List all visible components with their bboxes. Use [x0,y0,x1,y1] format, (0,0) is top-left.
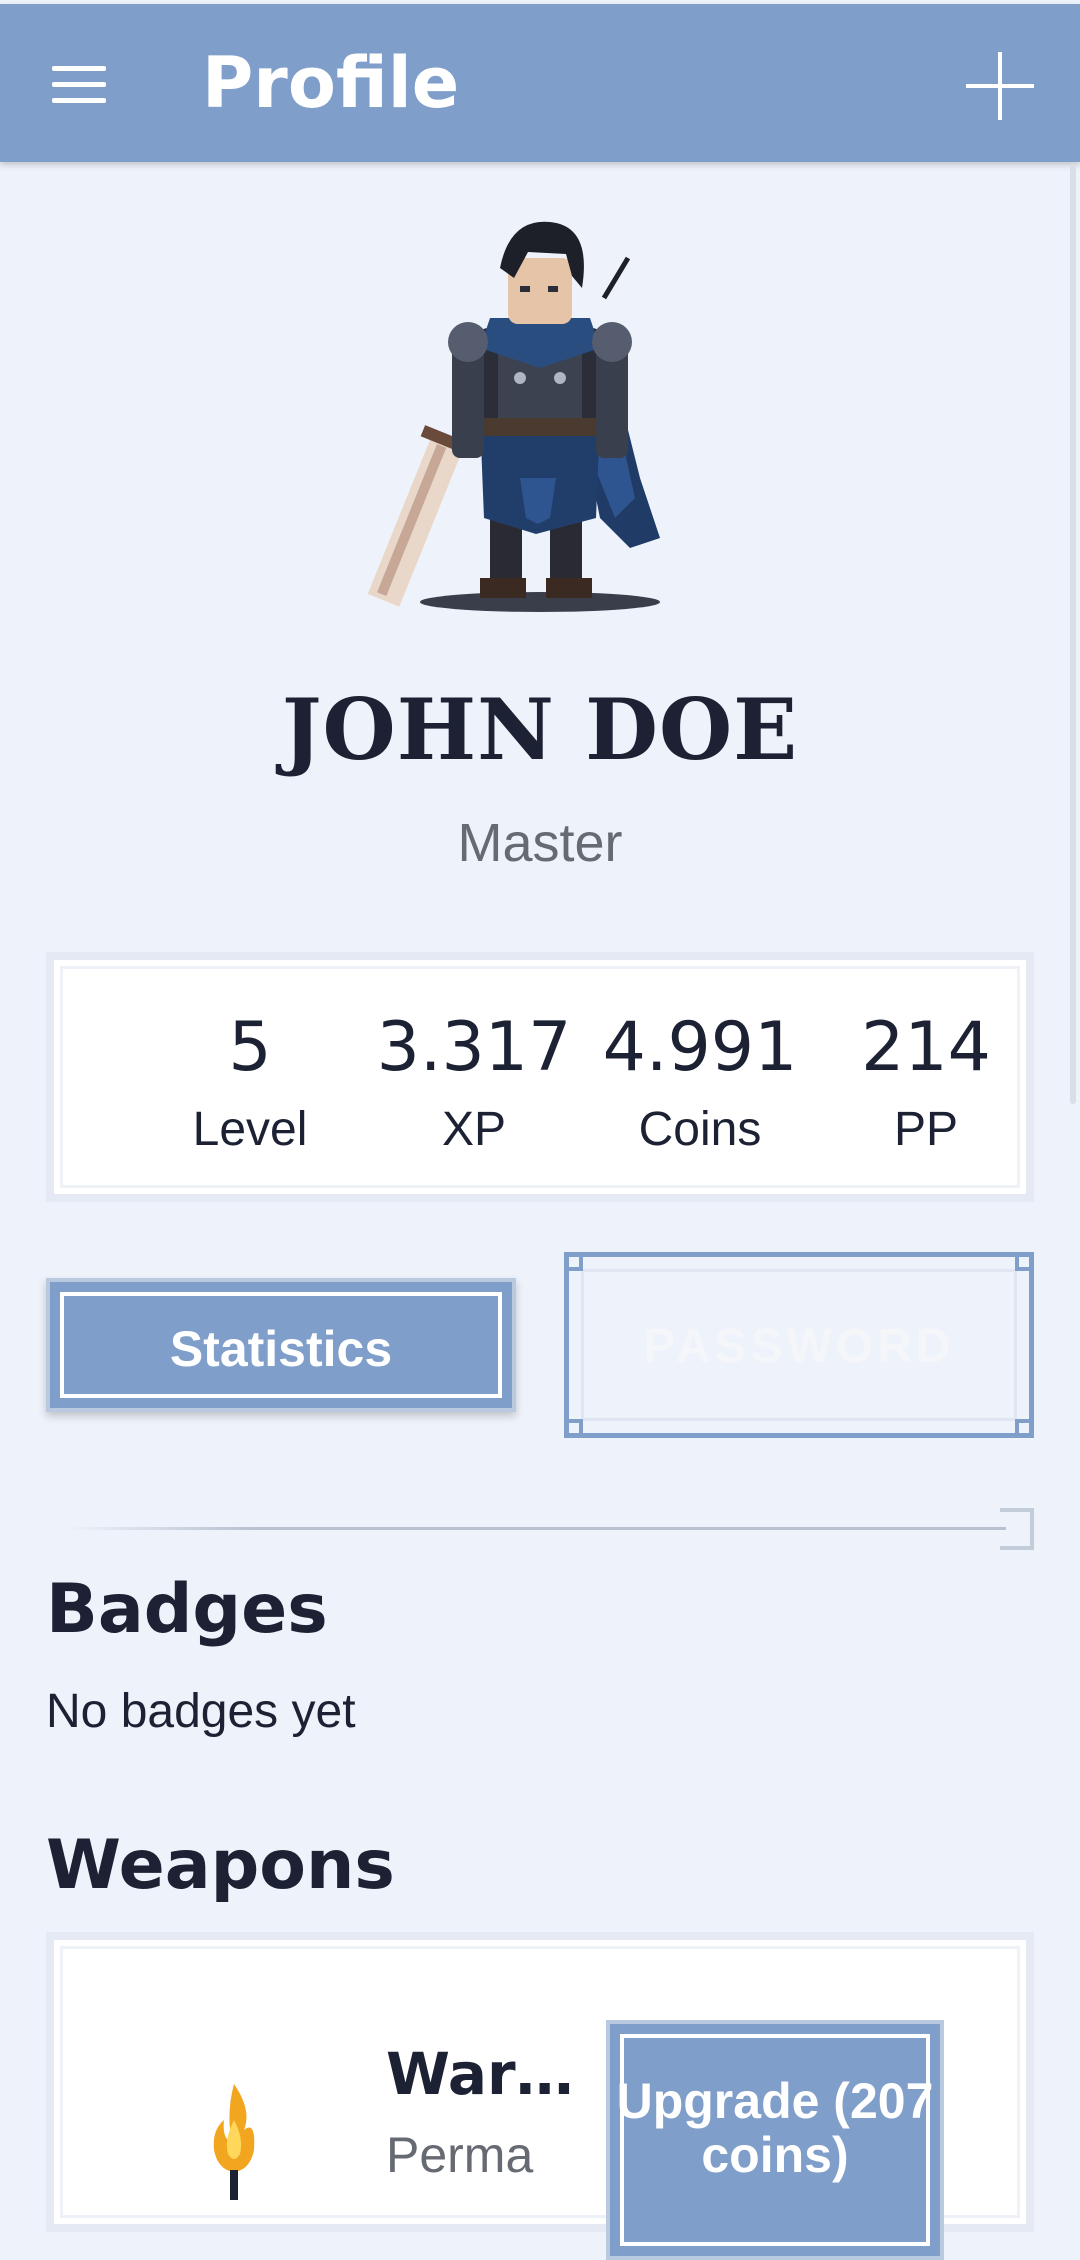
weapon-name: Warri… [386,2040,586,2108]
menu-icon[interactable] [52,66,106,104]
plus-icon[interactable] [966,52,1034,120]
app-bar: Profile [0,4,1080,162]
stat-xp: 3.317 XP [374,1014,574,1157]
badges-empty-text: No badges yet [46,1685,356,1738]
divider [66,1527,1006,1530]
badges-title: Badges [46,1570,328,1649]
flame-weapon-icon [213,2084,255,2200]
stat-label: Level [192,1103,308,1156]
upgrade-button[interactable]: Upgrade (207 coins) [606,2020,944,2260]
statistics-button[interactable]: Statistics [46,1278,516,1412]
stat-label: XP [441,1103,507,1156]
weapons-title: Weapons [46,1826,395,1905]
password-button-label: PASSWORD [643,1320,955,1373]
weapon-subtitle: Perma [386,2127,534,2183]
player-rank: Master [457,813,623,873]
stat-value: 3.317 [376,1008,572,1087]
stat-label: Coins [638,1103,762,1156]
stats-card: 5 Level 3.317 XP 4.991 Coins 214 PP [46,952,1034,1202]
avatar [367,221,660,612]
stat-label: PP [893,1103,959,1156]
upgrade-button-label: Upgrade (207 coins) [616,2073,934,2183]
stat-pp: 214 PP [826,1014,1026,1157]
stat-value: 5 [228,1008,272,1087]
statistics-button-label: Statistics [169,1321,393,1377]
weapon-card: Warri… Perma Upgrade (207 coins) [46,1932,1034,2260]
player-name: JOHN DOE [281,680,799,779]
divider-ornament [1000,1508,1034,1550]
stat-value: 214 [861,1008,991,1087]
scrollbar[interactable] [1070,164,1076,1104]
stat-value: 4.991 [602,1008,798,1087]
page-title: Profile [202,42,460,124]
stat-coins: 4.991 Coins [600,1014,800,1157]
stat-level: 5 Level [150,1014,350,1157]
password-button[interactable]: PASSWORD [564,1252,1034,1438]
